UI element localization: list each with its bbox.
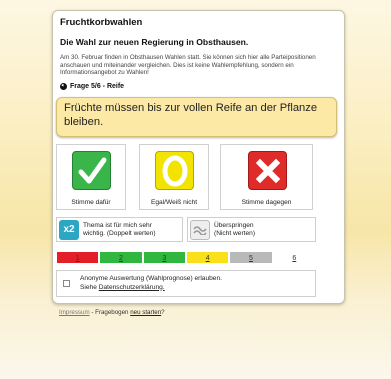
- questionnaire-card: Fruchtkorbwahlen Die Wahl zur neuen Regi…: [52, 10, 345, 304]
- disagree-label: Stimme dagegen: [241, 199, 292, 206]
- agree-label: Stimme dafür: [71, 199, 111, 206]
- consent-option[interactable]: Anonyme Auswertung (Wahlprognose) erlaub…: [56, 270, 316, 297]
- neutral-label: Egal/Weiß nicht: [150, 199, 198, 206]
- x2-badge: x2: [59, 219, 79, 240]
- circle-icon: [155, 151, 194, 190]
- scale-step-6[interactable]: 6: [272, 251, 316, 264]
- scale-step-4[interactable]: 4: [185, 251, 230, 264]
- scale-step-3[interactable]: 3: [142, 251, 186, 264]
- scale-step-5[interactable]: 5: [229, 251, 273, 264]
- consent-text: Anonyme Auswertung (Wahlprognose) erlaub…: [80, 275, 222, 291]
- app-title: Fruchtkorbwahlen: [60, 17, 143, 28]
- cross-icon: [248, 151, 287, 190]
- impressum-link[interactable]: Impressum: [59, 309, 90, 316]
- progress-pie-icon: [60, 83, 67, 90]
- skip-label: Überspringen (Nicht werten): [214, 221, 256, 237]
- scale-step-2[interactable]: 2: [99, 251, 143, 264]
- intro-text: Am 30. Februar finden in Obsthausen Wahl…: [60, 54, 316, 77]
- page-heading: Die Wahl zur neuen Regierung in Obsthaus…: [60, 37, 249, 47]
- question-progress-scale: 123456: [56, 251, 316, 264]
- double-weight-option[interactable]: x2 Thema ist für mich sehr wichtig. (Dop…: [56, 217, 183, 242]
- checkmark-icon: [72, 151, 111, 190]
- neutral-button[interactable]: Egal/Weiß nicht: [139, 144, 209, 210]
- agree-button[interactable]: Stimme dafür: [56, 144, 126, 210]
- disagree-button[interactable]: Stimme dagegen: [220, 144, 313, 210]
- skip-option[interactable]: Überspringen (Nicht werten): [187, 217, 316, 242]
- question-label: Frage 5/6 - Reife: [70, 83, 125, 90]
- thesis-text: Früchte müssen bis zur vollen Reife an d…: [64, 102, 318, 128]
- footer: Impressum - Fragebogen neu starten?: [59, 309, 165, 316]
- restart-link[interactable]: neu starten: [130, 309, 161, 316]
- privacy-link[interactable]: Datenschutzerklärung.: [99, 284, 165, 291]
- skip-arrows-icon: [190, 219, 210, 240]
- consent-checkbox[interactable]: [63, 280, 70, 287]
- thesis-box: Früchte müssen bis zur vollen Reife an d…: [56, 97, 337, 137]
- question-indicator: Frage 5/6 - Reife: [60, 83, 124, 90]
- double-weight-label: Thema ist für mich sehr wichtig. (Doppel…: [83, 221, 156, 237]
- scale-step-1[interactable]: 1: [56, 251, 100, 264]
